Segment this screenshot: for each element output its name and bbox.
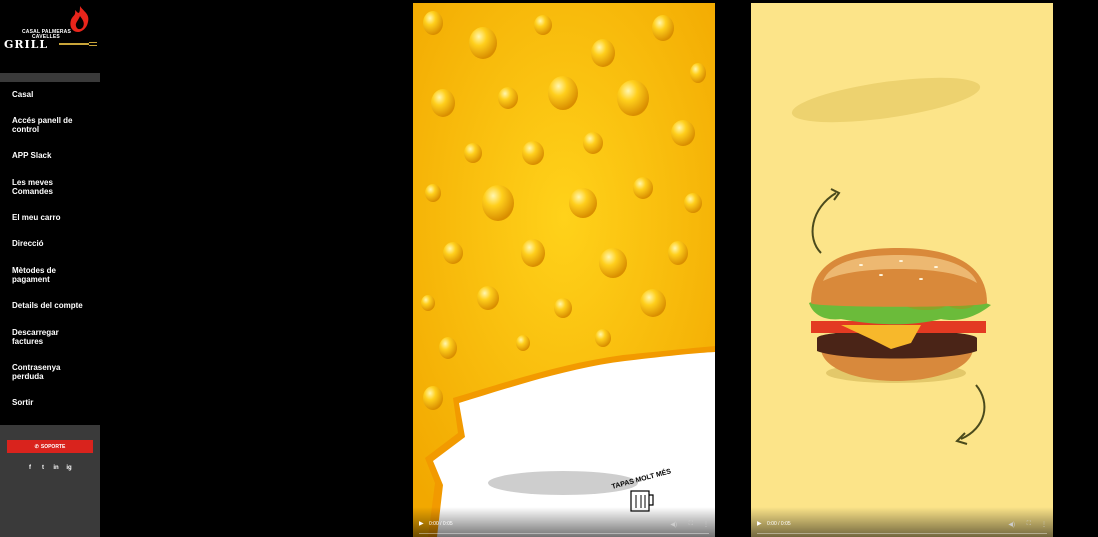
video-time: 0:00 / 0:05 — [429, 521, 453, 527]
support-label: SOPORTE — [40, 443, 66, 450]
sidebar-item-control-panel[interactable]: Accés panell de control — [12, 116, 92, 134]
video-controls: ▶ 0:00 / 0:05 ◀) ⛶ ⋮ — [413, 507, 715, 537]
volume-icon[interactable]: ◀) — [1008, 521, 1015, 528]
sidebar-item-account[interactable]: Details del compte — [12, 301, 92, 311]
more-options-icon[interactable]: ⋮ — [703, 521, 709, 528]
sidebar-item-casal[interactable]: Casal — [12, 90, 92, 100]
instagram-icon[interactable]: ig — [66, 465, 72, 471]
sidebar-item-slack[interactable]: APP Slack — [12, 151, 92, 161]
fullscreen-icon[interactable]: ⛶ — [689, 521, 693, 528]
volume-icon[interactable]: ◀) — [670, 521, 677, 528]
twitter-icon[interactable]: t — [40, 465, 46, 471]
sidebar-footer: ✆ SOPORTE f t in ig — [0, 425, 100, 537]
sidebar-item-address[interactable]: Direcció — [12, 239, 92, 249]
logo-grill: GRILL — [4, 38, 49, 51]
social-links: f t in ig — [27, 465, 72, 471]
video-controls: ▶ 0:00 / 0:05 ◀) ⛶ ⋮ — [751, 507, 1053, 537]
sidebar-item-orders[interactable]: Les meves Comandes — [12, 178, 92, 196]
video-time: 0:00 / 0:05 — [767, 521, 791, 527]
sidebar-item-lost-password[interactable]: Contrasenya perduda — [12, 363, 92, 381]
more-options-icon[interactable]: ⋮ — [1041, 521, 1047, 528]
phone-icon: ✆ — [34, 443, 39, 450]
beer-drops-image — [413, 3, 715, 537]
sidebar-item-logout[interactable]: Sortir — [12, 398, 92, 408]
sidebar-item-payment[interactable]: Mètodes de pagament — [12, 266, 92, 284]
burger-image — [791, 77, 991, 445]
logo[interactable]: CASAL PALMERAS CAVELLES GRILL — [4, 4, 97, 51]
fork-icon — [59, 42, 97, 46]
progress-bar[interactable] — [757, 533, 1047, 534]
sidebar-item-invoices[interactable]: Descarregar factures — [12, 328, 92, 346]
video-player-beer[interactable]: TAPAS MOLT MÉS ▶ 0:00 / 0:05 ◀) ⛶ ⋮ — [413, 3, 715, 537]
facebook-icon[interactable]: f — [27, 465, 33, 471]
fullscreen-icon[interactable]: ⛶ — [1027, 521, 1031, 528]
linkedin-icon[interactable]: in — [53, 465, 59, 471]
support-button[interactable]: ✆ SOPORTE — [7, 440, 93, 453]
video-player-burger[interactable]: ▶ 0:00 / 0:05 ◀) ⛶ ⋮ — [751, 3, 1053, 537]
sidebar-item-cart[interactable]: El meu carro — [12, 213, 92, 223]
sidebar-divider — [0, 73, 100, 82]
play-icon[interactable]: ▶ — [419, 520, 424, 527]
play-icon[interactable]: ▶ — [757, 520, 762, 527]
sidebar: CASAL PALMERAS CAVELLES GRILL Casal Accé… — [0, 0, 100, 537]
progress-bar[interactable] — [419, 533, 709, 534]
